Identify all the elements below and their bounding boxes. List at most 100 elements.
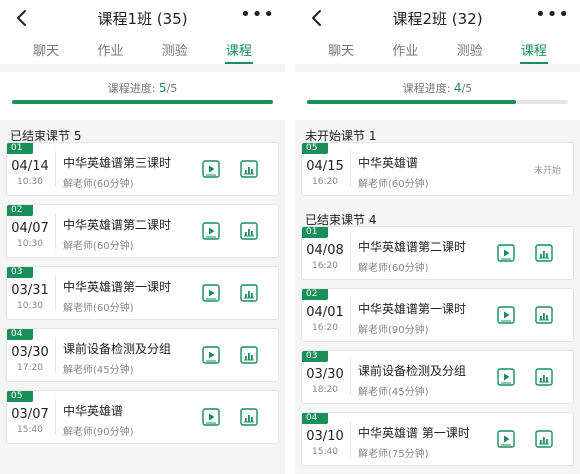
stats-button[interactable] bbox=[535, 306, 553, 324]
replay-button[interactable] bbox=[497, 368, 515, 386]
progress-total: /5 bbox=[166, 82, 178, 95]
lesson-card[interactable]: 03 03/31 10:30 中华英雄谱第一课时 解老师(60分钟) bbox=[6, 266, 279, 320]
progress-label: 课程进度: bbox=[107, 82, 156, 95]
lesson-title: 课前设备检测及分组 bbox=[63, 342, 172, 356]
nav-header: 课程2班 (32) ••• bbox=[295, 0, 580, 36]
card-divider bbox=[55, 337, 56, 373]
lesson-time: 18:20 bbox=[312, 385, 338, 395]
progress-text: 课程进度: 4/5 bbox=[295, 80, 580, 96]
replay-button[interactable] bbox=[497, 306, 515, 324]
stats-button[interactable] bbox=[240, 160, 258, 178]
card-divider bbox=[55, 399, 56, 435]
lesson-teacher: 解老师(45分钟) bbox=[63, 365, 134, 376]
lesson-teacher: 解老师(60分钟) bbox=[63, 179, 134, 190]
lesson-teacher: 解老师(60分钟) bbox=[63, 241, 134, 252]
lesson-date: 03/07 bbox=[11, 407, 49, 422]
card-divider bbox=[350, 151, 351, 187]
tab-item[interactable]: 作业 bbox=[381, 36, 429, 64]
lesson-teacher: 解老师(60分钟) bbox=[358, 179, 429, 190]
lesson-card[interactable]: 01 04/08 16:20 中华英雄谱第二课时 解老师(60分钟) bbox=[301, 226, 574, 280]
lesson-title: 中华英雄谱 第一课时 bbox=[358, 426, 470, 440]
stats-button[interactable] bbox=[535, 368, 553, 386]
stats-button[interactable] bbox=[240, 408, 258, 426]
lesson-card[interactable]: 05 04/15 16:20 中华英雄谱 解老师(60分钟) 未开始 bbox=[301, 142, 574, 196]
lesson-date: 03/31 bbox=[11, 283, 49, 298]
lesson-card[interactable]: 01 04/14 10:30 中华英雄谱第三课时 解老师(60分钟) bbox=[6, 142, 279, 196]
replay-button[interactable] bbox=[202, 222, 220, 240]
tab-item[interactable]: 作业 bbox=[86, 36, 134, 64]
lesson-number-badge: 02 bbox=[7, 205, 33, 216]
play-video-icon bbox=[497, 306, 515, 324]
stats-button[interactable] bbox=[535, 430, 553, 448]
lesson-title: 中华英雄谱 bbox=[358, 156, 419, 170]
lesson-number-badge: 01 bbox=[302, 227, 328, 238]
bar-chart-icon bbox=[535, 430, 553, 448]
play-video-icon bbox=[202, 408, 220, 426]
progress-bar bbox=[12, 100, 273, 104]
lesson-number-badge: 05 bbox=[302, 143, 328, 154]
tab-item[interactable]: 测验 bbox=[151, 36, 199, 64]
lesson-status: 未开始 bbox=[533, 166, 561, 176]
lesson-teacher: 解老师(45分钟) bbox=[358, 387, 429, 398]
lesson-card[interactable]: 04 03/10 15:40 中华英雄谱 第一课时 解老师(75分钟) bbox=[301, 412, 574, 466]
tab-bar: 聊天 作业 测验 课程 bbox=[295, 36, 580, 64]
stats-button[interactable] bbox=[240, 284, 258, 302]
replay-button[interactable] bbox=[202, 408, 220, 426]
lesson-card[interactable]: 04 03/30 17:20 课前设备检测及分组 解老师(45分钟) bbox=[6, 328, 279, 382]
replay-button[interactable] bbox=[202, 346, 220, 364]
replay-button[interactable] bbox=[202, 284, 220, 302]
course-progress: 课程进度: 4/5 bbox=[295, 72, 580, 120]
lesson-number-badge: 04 bbox=[7, 329, 33, 340]
replay-button[interactable] bbox=[202, 160, 220, 178]
lesson-title: 中华英雄谱第一课时 bbox=[63, 280, 172, 294]
progress-total: /5 bbox=[461, 82, 473, 95]
progress-bar-fill bbox=[307, 100, 516, 104]
lesson-date: 04/08 bbox=[306, 243, 344, 258]
bar-chart-icon bbox=[240, 284, 258, 302]
lesson-date: 04/01 bbox=[306, 305, 344, 320]
stats-button[interactable] bbox=[240, 346, 258, 364]
tab-item[interactable]: 聊天 bbox=[317, 36, 365, 64]
lesson-title: 课前设备检测及分组 bbox=[358, 364, 467, 378]
lesson-date: 03/10 bbox=[306, 429, 344, 444]
lesson-card[interactable]: 02 04/01 16:20 中华英雄谱第一课时 解老师(90分钟) bbox=[301, 288, 574, 342]
lesson-date: 03/30 bbox=[11, 345, 49, 360]
lesson-time: 16:20 bbox=[312, 261, 338, 271]
play-video-icon bbox=[202, 284, 220, 302]
more-dots-icon[interactable]: ••• bbox=[240, 4, 275, 26]
lesson-number-badge: 01 bbox=[7, 143, 33, 154]
progress-bar-fill bbox=[12, 100, 273, 104]
bar-chart-icon bbox=[240, 222, 258, 240]
replay-button[interactable] bbox=[497, 430, 515, 448]
replay-button[interactable] bbox=[497, 244, 515, 262]
lesson-time: 16:20 bbox=[312, 323, 338, 333]
lesson-number-badge: 04 bbox=[302, 413, 328, 424]
lesson-card[interactable]: 05 03/07 15:40 中华英雄谱 解老师(90分钟) bbox=[6, 390, 279, 444]
class-panel-2: 课程2班 (32) ••• 聊天 作业 测验 课程 课程进度: 4/5 未开始课节 1 05 04… bbox=[295, 0, 580, 474]
lesson-time: 16:20 bbox=[312, 177, 338, 187]
card-divider bbox=[350, 421, 351, 457]
progress-current: 4 bbox=[453, 81, 462, 95]
lesson-card[interactable]: 03 03/30 18:20 课前设备检测及分组 解老师(45分钟) bbox=[301, 350, 574, 404]
tab-item[interactable]: 课程 bbox=[215, 36, 263, 64]
stats-button[interactable] bbox=[535, 244, 553, 262]
lesson-time: 15:40 bbox=[17, 425, 43, 435]
lesson-card[interactable]: 02 04/07 10:30 中华英雄谱第二课时 解老师(60分钟) bbox=[6, 204, 279, 258]
lesson-teacher: 解老师(60分钟) bbox=[63, 303, 134, 314]
panel-divider bbox=[285, 0, 295, 474]
stats-button[interactable] bbox=[240, 222, 258, 240]
lesson-teacher: 解老师(60分钟) bbox=[358, 263, 429, 274]
card-divider bbox=[350, 359, 351, 395]
lesson-time: 10:30 bbox=[17, 301, 43, 311]
card-divider bbox=[350, 297, 351, 333]
progress-bar bbox=[307, 100, 568, 104]
tab-item[interactable]: 课程 bbox=[510, 36, 558, 64]
card-divider bbox=[55, 151, 56, 187]
ended-section-header: 已结束课节 4 bbox=[305, 213, 377, 227]
lesson-number-badge: 03 bbox=[302, 351, 328, 362]
lesson-title: 中华英雄谱第二课时 bbox=[358, 240, 467, 254]
tab-item[interactable]: 聊天 bbox=[22, 36, 70, 64]
bar-chart-icon bbox=[240, 346, 258, 364]
more-dots-icon[interactable]: ••• bbox=[535, 4, 570, 26]
tab-item[interactable]: 测验 bbox=[446, 36, 494, 64]
